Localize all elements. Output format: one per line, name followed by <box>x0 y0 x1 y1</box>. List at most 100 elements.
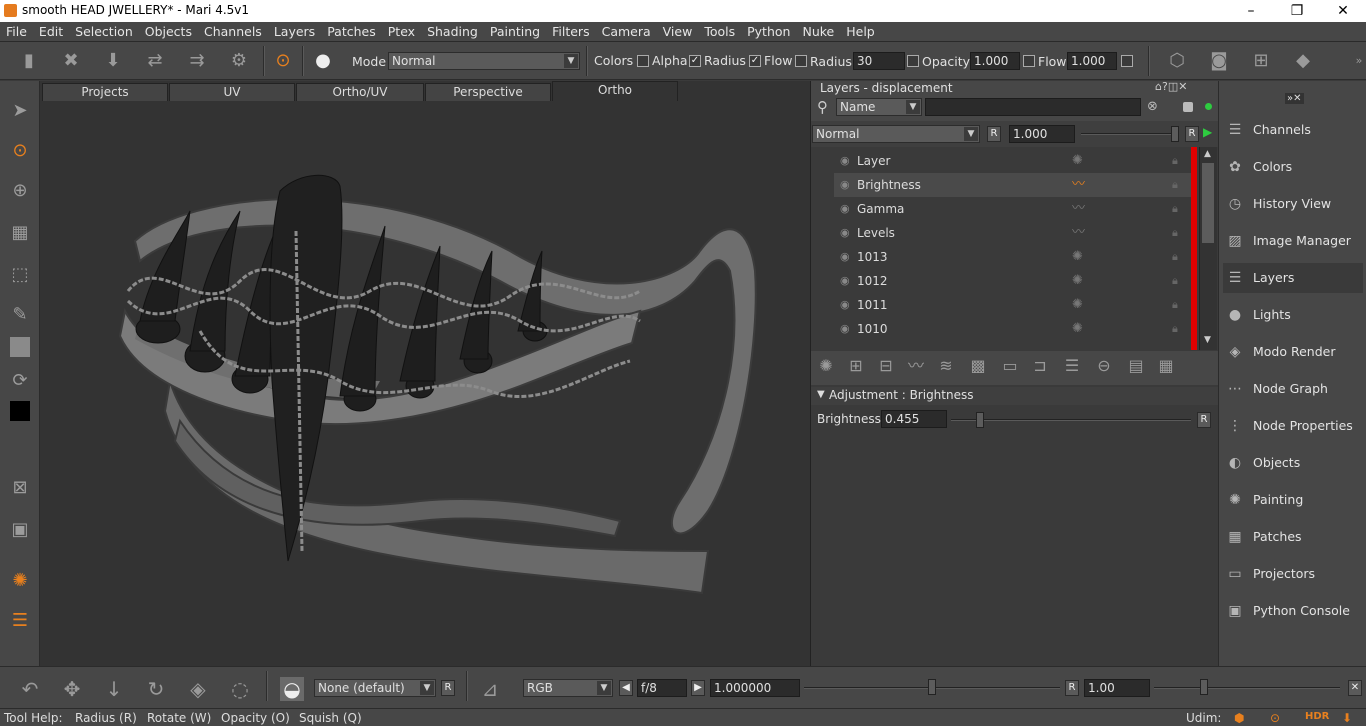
layer-row[interactable]: ◉ Brightness 〰 🔒︎ <box>834 173 1194 197</box>
visibility-eye-icon[interactable]: ◉ <box>840 293 850 317</box>
down-arrow-icon[interactable]: ↓ <box>102 677 126 701</box>
color-space-icon[interactable]: ⊿ <box>478 677 502 701</box>
gamma-slider-handle[interactable] <box>1200 679 1208 695</box>
3d-viewport[interactable] <box>40 81 810 666</box>
add-mask-icon[interactable]: ▩ <box>967 355 989 377</box>
add-procedural-icon[interactable]: ⊟ <box>875 355 897 377</box>
adjustment-section-header[interactable]: ▼ Adjustment : Brightness <box>811 387 1219 405</box>
eyedropper-icon[interactable]: ✎ <box>8 303 32 327</box>
visibility-eye-icon[interactable]: ◉ <box>840 173 850 197</box>
export-icon[interactable]: ⇉ <box>186 50 208 72</box>
layer-search-input[interactable] <box>925 98 1141 116</box>
add-paintable-layer-icon[interactable]: ✺ <box>815 355 837 377</box>
dock-item-image-manager[interactable]: ▨ Image Manager <box>1223 226 1363 256</box>
transform-icon[interactable]: ◈ <box>186 677 210 701</box>
hdr-badge[interactable]: HDR <box>1305 711 1329 722</box>
select-region-icon[interactable]: ⬚ <box>8 263 32 287</box>
zoom-icon[interactable]: ⊕ <box>8 179 32 203</box>
lock-icon[interactable]: 🔒︎ <box>1172 269 1178 293</box>
dock-item-modo-render[interactable]: ◈ Modo Render <box>1223 337 1363 367</box>
layer-opacity-input[interactable]: 1.000 <box>1009 125 1075 143</box>
close-button[interactable]: ✕ <box>1320 0 1366 22</box>
play-icon[interactable]: ▶ <box>1203 125 1212 139</box>
menu-patches[interactable]: Patches <box>321 22 382 42</box>
tab-uv[interactable]: UV <box>169 83 295 101</box>
layer-row[interactable]: ◉ Levels 〰 🔒︎ <box>834 221 1194 245</box>
filter-toggle-icon[interactable] <box>1183 102 1193 112</box>
swap-colors-icon[interactable]: ⟳ <box>8 369 32 393</box>
gamma-slider[interactable] <box>1154 687 1340 689</box>
toolbar-overflow-icon[interactable]: » <box>1348 50 1366 72</box>
gamma-input[interactable]: 1.00 <box>1084 679 1150 697</box>
layer-row[interactable]: ◉ 1013 ✺ 🔒︎ <box>834 245 1194 269</box>
fstop-input[interactable]: f/8 <box>637 679 687 697</box>
select-arrow-icon[interactable]: ➤ <box>8 99 32 123</box>
rotate-icon[interactable]: ↻ <box>144 677 168 701</box>
tab-perspective[interactable]: Perspective <box>425 83 551 101</box>
opacity-reset-button[interactable]: R <box>1185 126 1199 142</box>
layer-folder-icon[interactable]: ▤ <box>1125 355 1147 377</box>
fstop-decrease-button[interactable]: ◀ <box>619 680 633 696</box>
lock-icon[interactable]: 🔒︎ <box>1172 221 1178 245</box>
grid-icon[interactable]: ▦ <box>8 221 32 245</box>
radius-input[interactable]: 30 <box>853 52 905 70</box>
dock-controls-icon[interactable]: »✕ <box>1285 93 1304 104</box>
frame-all-icon[interactable]: ▣ <box>8 518 32 542</box>
filter-field-dropdown[interactable]: Name ▼ <box>836 98 922 116</box>
radius-checkbox[interactable]: ✓ <box>689 55 701 67</box>
dock-item-channels[interactable]: ☰ Channels <box>1223 115 1363 145</box>
layer-row[interactable]: ◉ 1012 ✺ 🔒︎ <box>834 269 1194 293</box>
projection-icon[interactable]: ✺ <box>8 569 32 593</box>
frame-icon[interactable]: ⊞ <box>1250 50 1272 72</box>
archive-icon[interactable]: ⇄ <box>144 50 166 72</box>
lock-icon[interactable]: 🔒︎ <box>1172 317 1178 341</box>
toggle-view-icon[interactable]: ⊠ <box>8 476 32 500</box>
undo-icon[interactable]: ↶ <box>18 677 42 701</box>
target-icon[interactable]: ⊙ <box>1270 711 1280 725</box>
collapse-triangle-icon[interactable]: ▼ <box>817 389 825 400</box>
shaded-cube-icon[interactable]: ◆ <box>1292 50 1314 72</box>
layer-list-icon[interactable]: ☰ <box>1061 355 1083 377</box>
close-project-icon[interactable]: ✖ <box>60 50 82 72</box>
scroll-down-icon[interactable]: ▼ <box>1204 335 1211 345</box>
menu-layers[interactable]: Layers <box>268 22 321 42</box>
color-channel-dropdown[interactable]: RGB ▼ <box>523 679 613 697</box>
minimize-button[interactable]: – <box>1228 0 1274 22</box>
brightness-reset-button[interactable]: R <box>1197 412 1211 428</box>
add-group-icon[interactable]: ▭ <box>999 355 1021 377</box>
visibility-eye-icon[interactable]: ◉ <box>840 245 850 269</box>
menu-file[interactable]: File <box>0 22 33 42</box>
visibility-layers-icon[interactable]: ☰ <box>8 609 32 633</box>
menu-shading[interactable]: Shading <box>421 22 484 42</box>
lock-icon[interactable]: 🔒︎ <box>1172 149 1178 173</box>
visibility-eye-icon[interactable]: ◉ <box>840 269 850 293</box>
tab-projects[interactable]: Projects <box>42 83 168 101</box>
layer-align-icon[interactable]: ⊐ <box>1029 355 1051 377</box>
layer-row[interactable]: ◉ 1010 ✺ 🔒︎ <box>834 317 1194 341</box>
flow-input[interactable]: 1.000 <box>1067 52 1117 70</box>
menu-nuke[interactable]: Nuke <box>796 22 840 42</box>
brush-preview-icon[interactable]: ● <box>312 50 334 72</box>
exposure-slider-handle[interactable] <box>928 679 936 695</box>
layer-list-scrollbar[interactable]: ▲ ▼ <box>1199 147 1217 350</box>
layer-opacity-slider[interactable] <box>1081 133 1177 135</box>
menu-objects[interactable]: Objects <box>139 22 198 42</box>
menu-view[interactable]: View <box>657 22 699 42</box>
dock-item-projectors[interactable]: ▭ Projectors <box>1223 559 1363 589</box>
scrollbar-thumb[interactable] <box>1202 163 1214 243</box>
fstop-increase-button[interactable]: ▶ <box>691 680 705 696</box>
paint-buffer-dropdown[interactable]: None (default) ▼ <box>314 679 436 697</box>
dock-item-painting[interactable]: ✺ Painting <box>1223 485 1363 515</box>
save-icon[interactable]: ⬇ <box>102 50 124 72</box>
dock-item-node-graph[interactable]: ⋯ Node Graph <box>1223 374 1363 404</box>
add-layer-icon[interactable]: ⊞ <box>845 355 867 377</box>
flow-extra-checkbox[interactable] <box>1121 55 1133 67</box>
export-status-icon[interactable]: ⬇ <box>1342 711 1352 725</box>
lasso-icon[interactable]: ◌ <box>228 677 252 701</box>
menu-camera[interactable]: Camera <box>596 22 657 42</box>
dock-item-node-properties[interactable]: ⋮ Node Properties <box>1223 411 1363 441</box>
menu-filters[interactable]: Filters <box>546 22 595 42</box>
layer-grid-icon[interactable]: ▦ <box>1155 355 1177 377</box>
paint-brush-icon[interactable]: ⊙ <box>8 139 32 163</box>
brightness-input[interactable]: 0.455 <box>881 410 947 428</box>
